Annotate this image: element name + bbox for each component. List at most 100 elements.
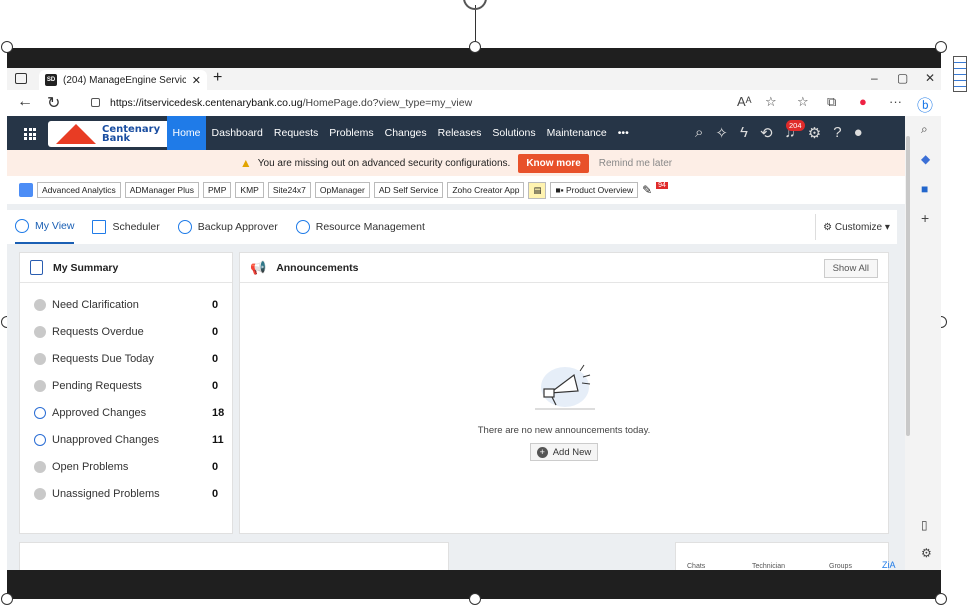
read-aloud-icon[interactable]: Aᴬ (737, 94, 752, 109)
menu-releases[interactable]: Releases (432, 116, 487, 150)
link-kmp[interactable]: KMP (235, 182, 264, 198)
notes-icon[interactable]: ▤ (528, 181, 547, 199)
sidebar-toggle-icon[interactable]: ▯ (921, 518, 928, 532)
customize-button[interactable]: ⚙ Customize ▾ (815, 214, 897, 240)
resize-handle-bottom-left[interactable] (1, 593, 13, 605)
link-admanager-plus[interactable]: ADManager Plus (124, 182, 199, 198)
tab-backup-approver[interactable]: Backup Approver (177, 210, 278, 244)
resize-handle-bottom[interactable] (469, 593, 481, 605)
favorites-add-icon[interactable]: ☆ (765, 94, 777, 110)
back-icon[interactable]: ← (17, 93, 33, 111)
menu-dashboard[interactable]: Dashboard (206, 116, 268, 150)
menu-requests[interactable]: Requests (268, 116, 323, 150)
tab-scheduler[interactable]: Scheduler (92, 210, 160, 244)
rotate-icon[interactable] (463, 0, 487, 10)
more-icon[interactable]: ··· (889, 94, 902, 109)
favorites-icon[interactable]: ☆ (797, 94, 809, 110)
add-new-label: Add New (552, 446, 592, 458)
browser-window: SD (204) ManageEngine ServiceDesk ✕ + – … (7, 68, 941, 570)
remind-later-link[interactable]: Remind me later (599, 158, 672, 169)
technician-button[interactable]: Technician (752, 563, 785, 570)
site-info-icon[interactable] (91, 98, 100, 107)
outlook-icon[interactable]: ■ (921, 182, 928, 196)
quick-links-icon[interactable] (19, 183, 33, 197)
summary-row-requests-due-today[interactable]: Requests Due Today 0 (20, 345, 232, 372)
favicon-icon: SD (45, 74, 57, 86)
tab-title: (204) ManageEngine ServiceDesk (63, 74, 186, 86)
link-ad-self-service[interactable]: AD Self Service (373, 182, 444, 198)
pin-icon[interactable]: ✎ (642, 183, 652, 197)
row-count: 0 (212, 352, 219, 365)
summary-row-requests-overdue[interactable]: Requests Overdue 0 (20, 318, 232, 345)
gear-icon[interactable]: ⚙ (808, 124, 821, 142)
row-label: Need Clarification (52, 298, 139, 311)
avatar[interactable]: ● (854, 124, 863, 142)
link-advanced-analytics[interactable]: Advanced Analytics (37, 182, 121, 198)
quick-links-bar: Advanced Analytics ADManager Plus PMP KM… (7, 176, 905, 204)
menu-maintenance[interactable]: Maintenance (541, 116, 612, 150)
restore-icon[interactable]: ▢ (897, 71, 908, 85)
history-icon[interactable]: ⟲ (760, 124, 773, 142)
help-icon[interactable]: ? (833, 124, 841, 142)
close-window-icon[interactable]: ✕ (925, 71, 935, 85)
bing-chat-icon[interactable]: ⓑ (917, 92, 933, 116)
summary-row-unassigned-problems[interactable]: Unassigned Problems 0 (20, 480, 232, 507)
tab-my-view[interactable]: My View (15, 210, 75, 244)
search-icon[interactable]: ⌕ (921, 122, 928, 137)
panel-header: My Summary (20, 253, 232, 283)
centenary-bank-logo[interactable]: Centenary Bank (48, 121, 185, 147)
empty-message: There are no new announcements today. (477, 425, 651, 436)
link-site24x7[interactable]: Site24x7 (267, 182, 311, 198)
summary-row-need-clarification[interactable]: Need Clarification 0 (20, 291, 232, 318)
summary-row-unapproved-changes[interactable]: Unapproved Changes 11 (20, 426, 232, 453)
close-tab-icon[interactable]: ✕ (192, 74, 201, 87)
chevron-down-icon: ▾ (882, 221, 890, 233)
resize-handle-bottom-right[interactable] (935, 593, 947, 605)
row-count: 0 (212, 487, 219, 500)
summary-row-pending-requests[interactable]: Pending Requests 0 (20, 372, 232, 399)
document-icon (953, 56, 967, 92)
url-field[interactable]: https://itservicedesk.centenarybank.co.u… (77, 92, 817, 113)
link-zoho-creator[interactable]: Zoho Creator App (447, 182, 525, 198)
page-scrollbar[interactable] (905, 116, 911, 570)
add-app-icon[interactable]: + (921, 210, 929, 226)
show-all-button[interactable]: Show All (823, 259, 878, 278)
search-icon[interactable]: ⌕ (695, 124, 703, 142)
menu-solutions[interactable]: Solutions (487, 116, 541, 150)
resize-handle-top-left[interactable] (1, 41, 13, 53)
unassigned-icon (34, 487, 46, 500)
row-count: 18 (212, 406, 225, 419)
refresh-icon[interactable]: ↻ (47, 93, 60, 113)
link-opmanager[interactable]: OpManager (314, 182, 370, 198)
shopping-icon[interactable]: ◆ (921, 152, 930, 166)
menu-changes[interactable]: Changes (379, 116, 432, 150)
menu-home[interactable]: Home (167, 116, 207, 150)
chats-button[interactable]: Chats (687, 563, 705, 570)
browser-tab[interactable]: SD (204) ManageEngine ServiceDesk ✕ (39, 70, 207, 90)
quick-create-icon[interactable]: ✧ (715, 124, 728, 142)
collections-icon[interactable]: ⧉ (827, 94, 836, 110)
menu-more[interactable]: ••• (612, 116, 634, 150)
summary-row-approved-changes[interactable]: Approved Changes 18 (20, 399, 232, 426)
profile-icon[interactable]: ● (859, 94, 867, 109)
know-more-button[interactable]: Know more (518, 153, 589, 173)
link-product-overview[interactable]: ■▪ Product Overview (550, 182, 639, 198)
tab-actions-icon[interactable] (15, 73, 27, 84)
lightning-icon[interactable]: ϟ (740, 124, 748, 142)
link-pmp[interactable]: PMP (202, 182, 232, 198)
resize-handle-top-right[interactable] (935, 41, 947, 53)
resize-handle-top[interactable] (469, 41, 481, 53)
add-new-button[interactable]: + Add New (530, 443, 598, 461)
scrollbar-thumb[interactable] (906, 136, 910, 436)
zia-button[interactable]: ZiA (882, 560, 896, 570)
minimize-icon[interactable]: – (871, 71, 878, 85)
settings-icon[interactable]: ⚙ (921, 546, 932, 560)
app-grid-icon[interactable] (24, 128, 36, 140)
address-bar-row: ← ↻ https://itservicedesk.centenarybank.… (7, 90, 941, 116)
summary-row-open-problems[interactable]: Open Problems 0 (20, 453, 232, 480)
tab-resource-management[interactable]: Resource Management (295, 210, 425, 244)
groups-button[interactable]: Groups (829, 563, 852, 570)
new-tab-icon[interactable]: + (213, 69, 222, 87)
menu-problems[interactable]: Problems (324, 116, 379, 150)
resource-icon (295, 220, 310, 234)
